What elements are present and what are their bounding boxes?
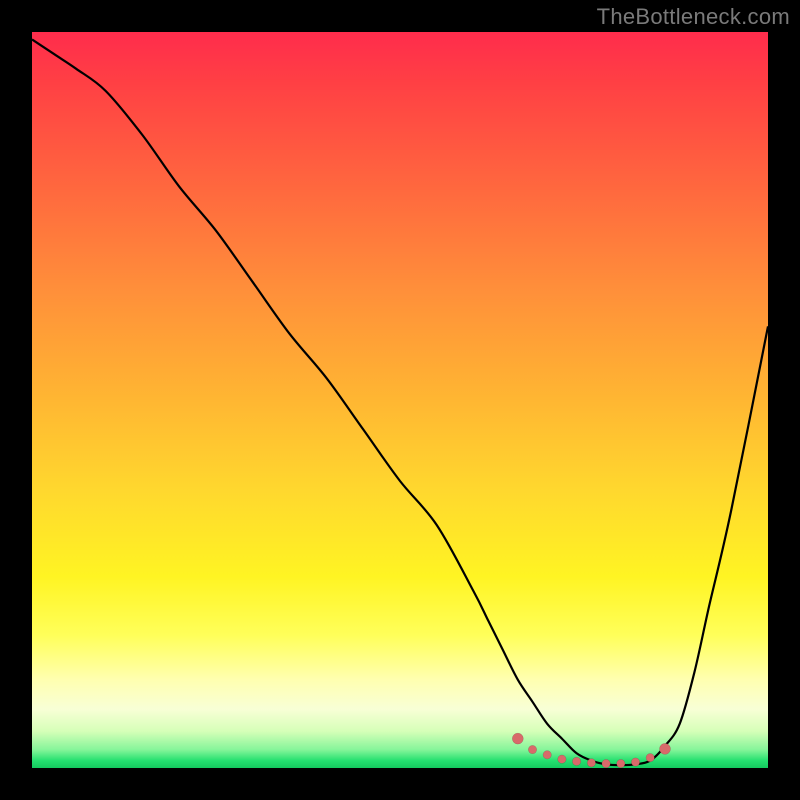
watermark-text: TheBottleneck.com <box>597 4 790 30</box>
highlight-dot <box>528 745 536 753</box>
highlight-dot <box>558 755 566 763</box>
bottleneck-curve <box>32 39 768 765</box>
highlight-dot <box>602 759 610 767</box>
highlight-dot <box>660 743 671 754</box>
highlight-dot <box>543 751 551 759</box>
curve-layer <box>32 32 768 768</box>
highlight-dot <box>572 757 580 765</box>
highlight-dot <box>512 733 523 744</box>
highlight-dot <box>617 759 625 767</box>
highlight-dot <box>631 758 639 766</box>
highlight-dot <box>646 754 654 762</box>
plot-area <box>32 32 768 768</box>
chart-frame: TheBottleneck.com <box>0 0 800 800</box>
highlight-dot <box>587 759 595 767</box>
